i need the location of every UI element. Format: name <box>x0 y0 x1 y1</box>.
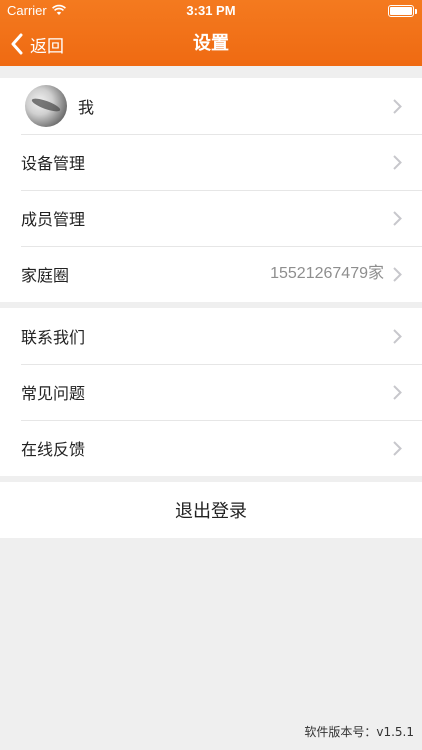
avatar <box>25 85 67 127</box>
row-label: 常见问题 <box>21 384 86 403</box>
member-management-row[interactable]: 成员管理 <box>0 190 422 246</box>
nav-bar: 设置 返回 <box>0 22 422 66</box>
chevron-icon <box>393 441 402 456</box>
logout-button[interactable]: 退出登录 <box>0 482 422 538</box>
chevron-icon <box>393 267 402 282</box>
family-circle-value: 15521267479家 <box>270 265 384 282</box>
header: Carrier 3:31 PM 设置 返回 <box>0 0 422 66</box>
support-group: 联系我们 常见问题 在线反馈 <box>0 308 422 476</box>
logout-label: 退出登录 <box>175 501 247 522</box>
account-group: 我 设备管理 成员管理 家庭圈 15521267479家 <box>0 78 422 302</box>
profile-name: 我 <box>78 98 95 117</box>
profile-row[interactable]: 我 <box>0 78 422 134</box>
chevron-icon <box>393 155 402 170</box>
chevron-icon <box>393 211 402 226</box>
row-label: 在线反馈 <box>21 440 86 459</box>
family-circle-row[interactable]: 家庭圈 15521267479家 <box>0 246 422 302</box>
status-time: 3:31 PM <box>186 3 236 18</box>
battery-icon <box>388 5 417 17</box>
status-bar: Carrier 3:31 PM <box>0 0 422 22</box>
faq-row[interactable]: 常见问题 <box>0 364 422 420</box>
chevron-icon <box>393 329 402 344</box>
back-button[interactable]: 返回 <box>10 22 64 66</box>
chevron-icon <box>393 99 402 114</box>
contact-us-row[interactable]: 联系我们 <box>0 308 422 364</box>
row-label: 成员管理 <box>21 210 86 229</box>
version-label: 软件版本号：v1.5.1 <box>304 725 414 739</box>
back-label: 返回 <box>30 36 64 56</box>
device-management-row[interactable]: 设备管理 <box>0 134 422 190</box>
feedback-row[interactable]: 在线反馈 <box>0 420 422 476</box>
row-label: 家庭圈 <box>21 266 70 285</box>
chevron-icon <box>393 385 402 400</box>
row-label: 联系我们 <box>21 328 86 347</box>
back-icon <box>11 33 23 55</box>
row-label: 设备管理 <box>21 154 86 173</box>
